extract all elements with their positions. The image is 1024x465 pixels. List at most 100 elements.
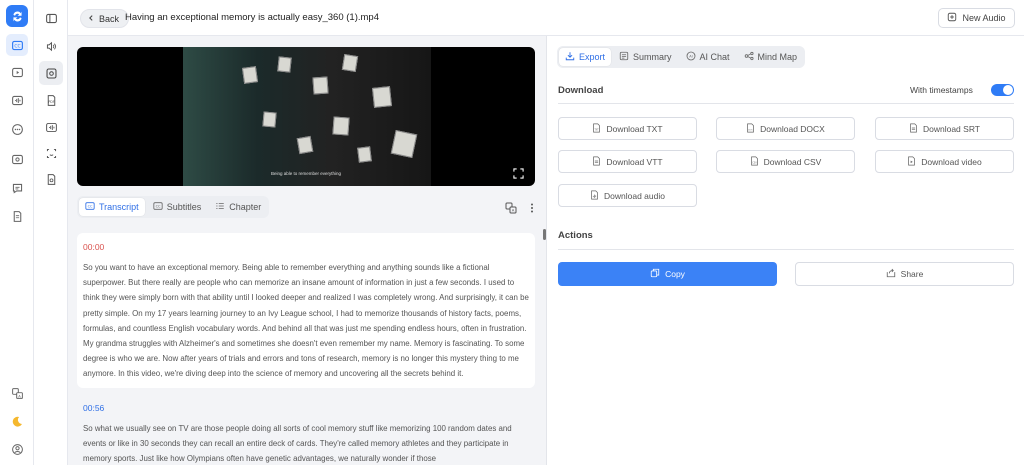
button-label: Download SRT [922, 123, 980, 134]
actions-section-title: Actions [558, 230, 593, 241]
toggle-sidebar-icon[interactable] [39, 6, 63, 30]
tools-sidebar: PDF [34, 0, 68, 465]
copy-icon [650, 268, 660, 280]
timestamp[interactable]: 00:56 [83, 403, 529, 413]
add-file-icon [947, 12, 957, 24]
translate-icon[interactable]: A [505, 201, 517, 214]
download-txt-button[interactable]: TXT Download TXT [558, 117, 697, 140]
cc-icon: CC [85, 201, 95, 213]
nav-record-icon[interactable] [6, 148, 28, 170]
download-video-button[interactable]: Download video [875, 150, 1014, 173]
app-logo-icon[interactable] [6, 5, 28, 27]
file-search-icon[interactable] [39, 167, 63, 191]
vtt-file-icon [592, 155, 601, 168]
audio-file-icon [590, 189, 599, 202]
transcript-text: So you want to have an exceptional memor… [83, 263, 529, 379]
download-audio-button[interactable]: Download audio [558, 184, 697, 207]
speaker-icon[interactable] [39, 34, 63, 58]
svg-text:CC: CC [155, 205, 160, 209]
timestamps-label: With timestamps [910, 85, 973, 95]
translate-icon[interactable]: A [6, 382, 28, 404]
tab-label: Summary [633, 52, 672, 62]
audio-convert-icon[interactable] [39, 115, 63, 139]
download-srt-button[interactable]: Download SRT [875, 117, 1014, 140]
back-button[interactable]: Back [80, 9, 130, 28]
svg-text:DOC: DOC [748, 129, 753, 131]
ai-chat-icon: AI [686, 51, 696, 63]
export-pane: Export Summary AI AI Chat Mind Map Downl… [547, 36, 1024, 465]
button-label: Download TXT [606, 123, 663, 134]
tab-label: Chapter [229, 202, 262, 212]
srt-file-icon [909, 122, 918, 135]
summary-icon [619, 51, 629, 63]
top-bar: Back Having an exceptional memory is act… [68, 0, 1024, 36]
tab-chapter[interactable]: Chapter [209, 198, 267, 216]
button-label: Download DOCX [760, 123, 825, 134]
page-title: Having an exceptional memory is actually… [125, 12, 379, 23]
nav-audio-icon[interactable] [6, 89, 28, 111]
pdf-file-icon[interactable]: PDF [39, 88, 63, 112]
new-audio-button[interactable]: New Audio [938, 8, 1015, 28]
back-label: Back [99, 13, 120, 24]
download-vtt-button[interactable]: Download VTT [558, 150, 697, 173]
download-section-title: Download [558, 85, 604, 96]
button-label: Download CSV [763, 156, 822, 167]
button-label: Download audio [604, 190, 665, 201]
list-item[interactable]: 00:56 So what we usually see on TV are t… [77, 394, 535, 465]
tab-export[interactable]: Export [559, 48, 612, 66]
download-icon [565, 51, 575, 63]
tab-label: Transcript [99, 202, 139, 212]
share-icon [886, 268, 896, 280]
media-edit-icon[interactable] [39, 61, 63, 85]
csv-file-icon: CSV [750, 155, 759, 168]
copy-button[interactable]: Copy [558, 262, 777, 286]
tab-transcript[interactable]: CC Transcript [79, 198, 145, 216]
button-label: Download VTT [606, 156, 663, 167]
nav-video-icon[interactable] [6, 61, 28, 83]
copy-label: Copy [665, 269, 685, 279]
download-csv-button[interactable]: CSV Download CSV [716, 150, 855, 173]
timestamps-toggle[interactable] [991, 84, 1014, 96]
timestamp[interactable]: 00:00 [83, 242, 529, 252]
video-frame [183, 47, 431, 186]
video-file-icon [907, 155, 916, 168]
share-button[interactable]: Share [795, 262, 1014, 286]
txt-file-icon: TXT [592, 122, 601, 135]
nav-more-icon[interactable] [6, 118, 28, 140]
tab-label: Export [579, 52, 606, 62]
transcript-text: So what we usually see on TV are those p… [83, 423, 512, 464]
more-vertical-icon[interactable] [526, 201, 538, 213]
chevron-left-icon [87, 14, 95, 24]
tab-mind-map[interactable]: Mind Map [738, 48, 804, 66]
new-audio-label: New Audio [962, 13, 1006, 23]
media-pane: Being able to remember everything CC Tra… [68, 36, 545, 465]
tab-summary[interactable]: Summary [613, 48, 678, 66]
docx-file-icon: DOC [746, 122, 755, 135]
nav-document-icon[interactable] [6, 205, 28, 227]
tab-ai-chat[interactable]: AI AI Chat [680, 48, 736, 66]
dark-mode-moon-icon[interactable] [6, 410, 28, 432]
transcript-tabs: CC Transcript CC Subtitles Chapter [77, 196, 270, 218]
tab-label: Subtitles [166, 202, 202, 212]
divider [558, 249, 1014, 250]
download-docx-button[interactable]: DOC Download DOCX [716, 117, 855, 140]
mind-map-icon [744, 51, 754, 63]
transcript-list[interactable]: 00:00 So you want to have an exceptional… [77, 233, 535, 465]
svg-text:CSV: CSV [752, 161, 757, 164]
svg-text:AI: AI [689, 54, 692, 58]
fullscreen-icon[interactable] [513, 166, 524, 179]
tab-label: Mind Map [757, 52, 798, 62]
list-icon [215, 201, 225, 213]
nav-transcribe-icon[interactable]: CC [6, 34, 28, 56]
primary-sidebar: CC A [0, 0, 34, 465]
svg-text:TXT: TXT [595, 128, 600, 131]
svg-text:CC: CC [88, 205, 93, 209]
video-player[interactable]: Being able to remember everything [77, 47, 535, 186]
subtitle-edit-icon[interactable] [39, 141, 63, 165]
app: CC A PDF Back Having an exceptional memo… [0, 0, 1024, 465]
tab-subtitles[interactable]: CC Subtitles [147, 198, 208, 216]
account-avatar-icon[interactable] [6, 438, 28, 460]
video-subtitle: Being able to remember everything [270, 171, 342, 176]
nav-chat-icon[interactable] [6, 177, 28, 199]
list-item[interactable]: 00:00 So you want to have an exceptional… [77, 233, 535, 388]
